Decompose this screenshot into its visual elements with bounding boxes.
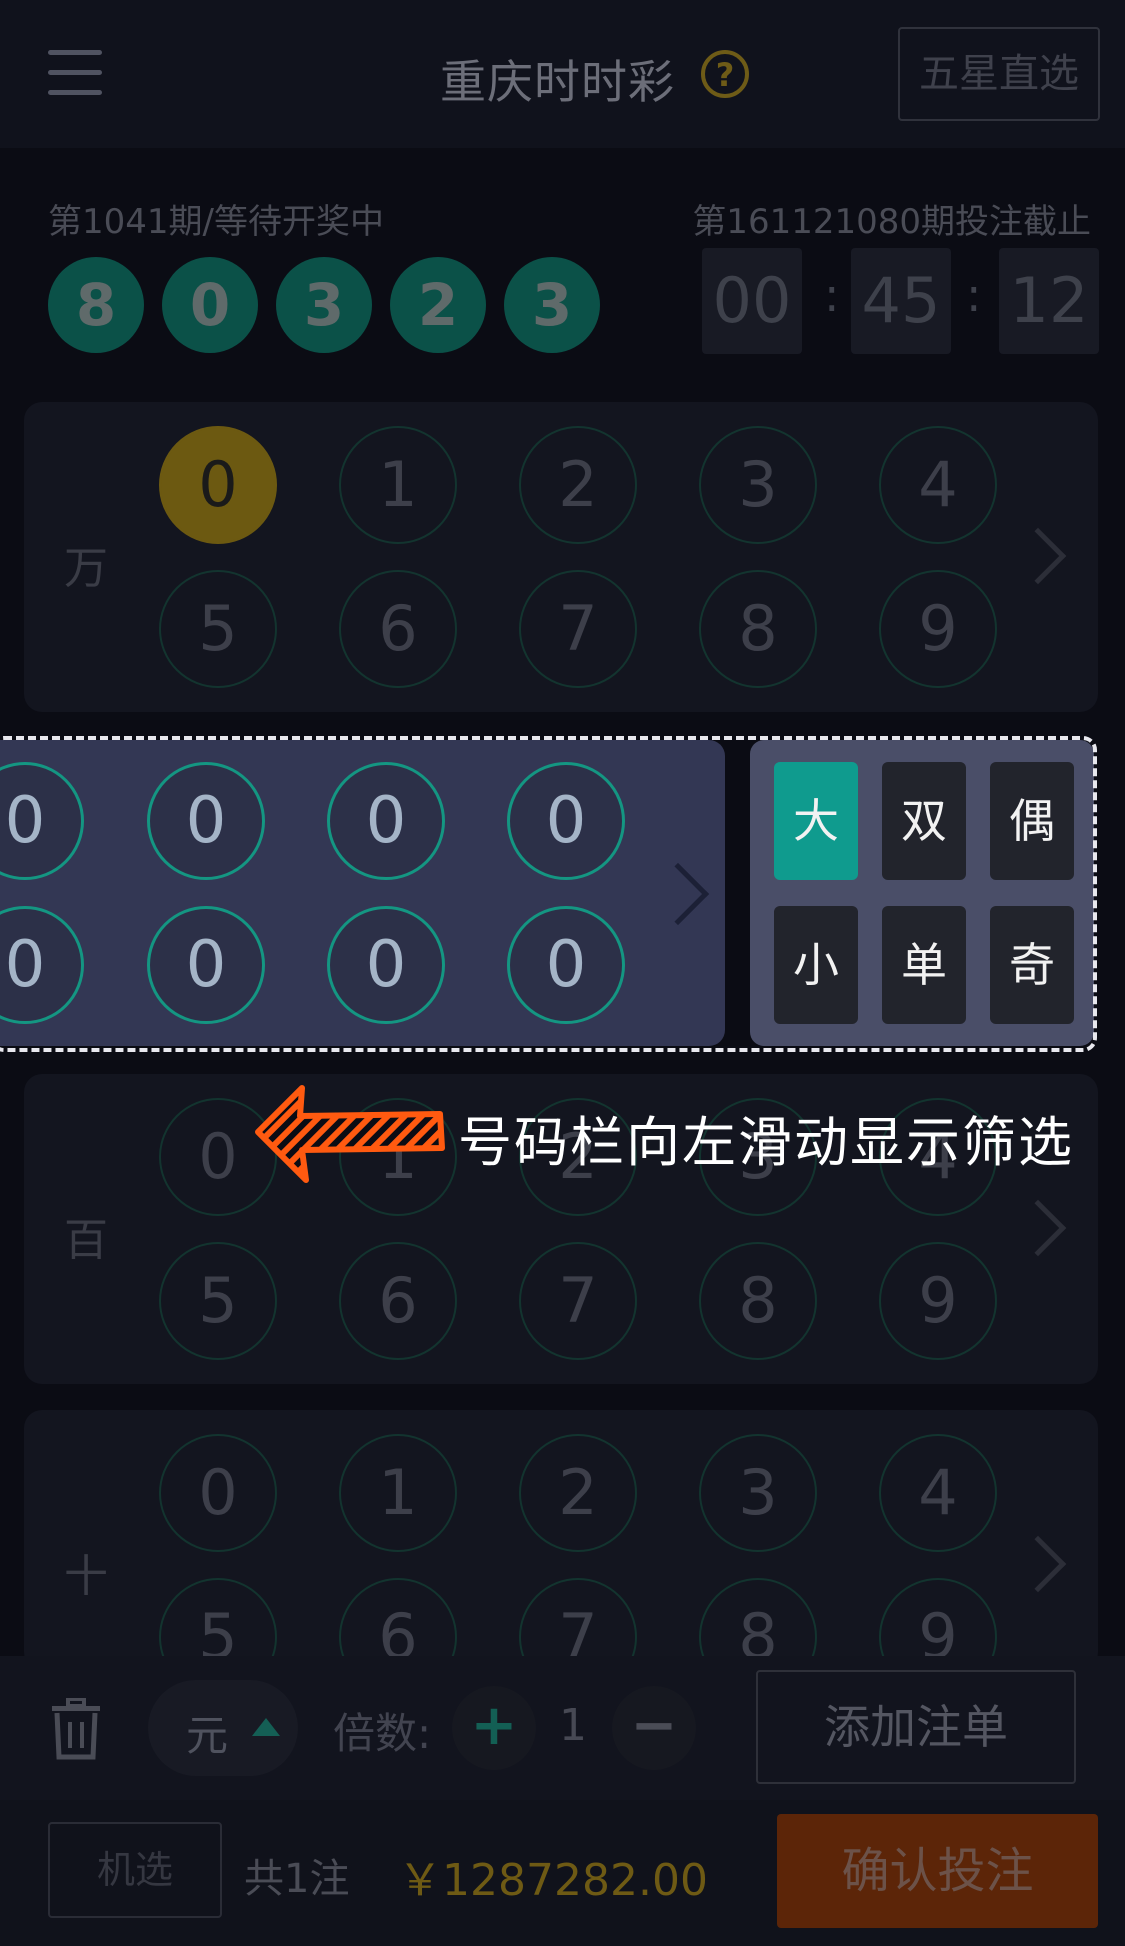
previous-period-status: 第1041期/等待开奖中 <box>48 202 384 242</box>
number-ball[interactable]: 2 <box>519 426 637 544</box>
highlight-frame <box>0 736 1097 1052</box>
play-mode-button[interactable]: 五星直选 <box>898 27 1100 121</box>
result-ball: 0 <box>162 257 258 353</box>
number-ball[interactable]: 6 <box>339 1242 457 1360</box>
number-ball[interactable]: 1 <box>339 426 457 544</box>
countdown-minutes: 45 <box>851 248 951 354</box>
result-ball: 2 <box>390 257 486 353</box>
panel-label: 十 <box>64 1551 108 1602</box>
unit-label: 元 <box>186 1711 229 1760</box>
result-ball: 3 <box>504 257 600 353</box>
number-ball[interactable]: 3 <box>699 426 817 544</box>
number-ball[interactable]: 0 <box>159 426 277 544</box>
caret-up-icon <box>252 1718 280 1736</box>
number-ball[interactable]: 5 <box>159 1242 277 1360</box>
number-ball[interactable]: 5 <box>159 570 277 688</box>
help-icon[interactable]: ? <box>701 50 749 98</box>
panel-label: 万 <box>64 543 108 594</box>
number-ball[interactable]: 7 <box>519 1242 637 1360</box>
add-bet-button[interactable]: 添加注单 <box>756 1670 1076 1784</box>
number-ball[interactable]: 1 <box>339 1434 457 1552</box>
number-ball[interactable]: 7 <box>519 570 637 688</box>
result-ball: 3 <box>276 257 372 353</box>
number-ball[interactable]: 9 <box>879 1242 997 1360</box>
multiplier-plus-button[interactable]: + <box>452 1686 536 1770</box>
multiplier-value: 1 <box>559 1700 587 1751</box>
current-period-deadline: 第161121080期投注截止 <box>692 202 1091 242</box>
number-ball[interactable]: 6 <box>339 570 457 688</box>
number-ball[interactable]: 3 <box>699 1434 817 1552</box>
trash-icon[interactable] <box>48 1698 104 1760</box>
countdown-seconds: 12 <box>999 248 1099 354</box>
countdown-hours: 00 <box>702 248 802 354</box>
swipe-hint-text: 号码栏向左滑动显示筛选 <box>458 1111 1074 1174</box>
number-ball[interactable]: 9 <box>879 570 997 688</box>
page-title: 重庆时时彩 <box>440 55 675 109</box>
number-ball[interactable]: 4 <box>879 426 997 544</box>
bet-count: 共1注 <box>244 1856 350 1902</box>
panel-label: 百 <box>64 1215 108 1266</box>
menu-icon[interactable] <box>48 50 102 96</box>
number-ball[interactable]: 8 <box>699 570 817 688</box>
bet-amount: ￥1287282.00 <box>398 1855 708 1906</box>
multiplier-label: 倍数: <box>333 1709 432 1758</box>
number-ball[interactable]: 8 <box>699 1242 817 1360</box>
multiplier-minus-button[interactable]: − <box>612 1686 696 1770</box>
confirm-bet-button[interactable]: 确认投注 <box>777 1814 1098 1928</box>
number-ball[interactable]: 0 <box>159 1434 277 1552</box>
result-ball: 8 <box>48 257 144 353</box>
countdown-separator: : <box>966 268 982 322</box>
countdown-separator: : <box>824 268 840 322</box>
number-ball[interactable]: 4 <box>879 1434 997 1552</box>
number-ball[interactable]: 2 <box>519 1434 637 1552</box>
arrow-left-icon <box>255 1085 445 1183</box>
random-pick-button[interactable]: 机选 <box>48 1822 222 1918</box>
